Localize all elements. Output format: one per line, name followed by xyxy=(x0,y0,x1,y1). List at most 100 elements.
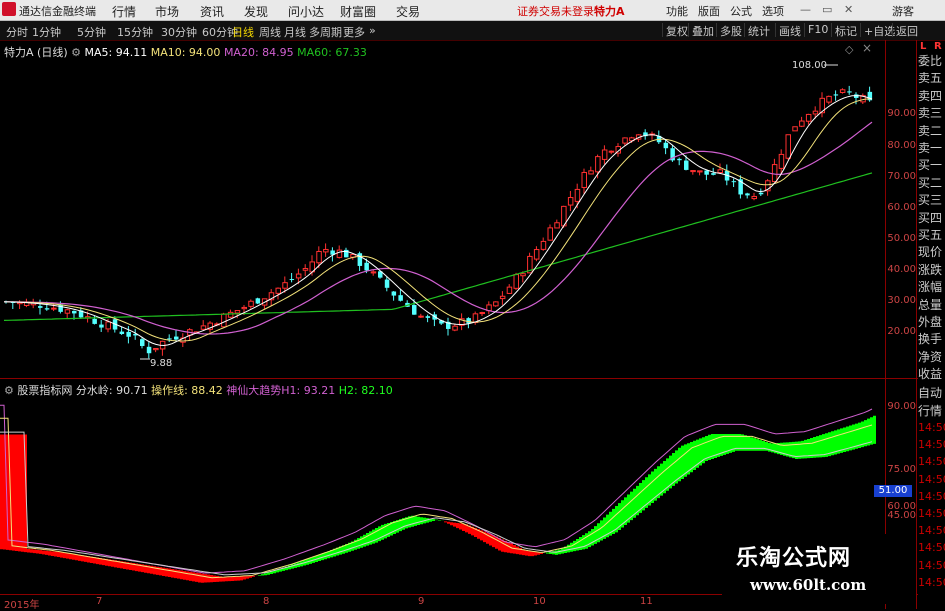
candle-body xyxy=(44,308,50,310)
menu-gongshi[interactable]: 公式 xyxy=(730,3,752,19)
xaxis-label: 9 xyxy=(418,596,425,607)
tick-time: 14:50 xyxy=(918,438,945,452)
candle-body xyxy=(785,134,791,159)
close-icon[interactable]: ✕ xyxy=(844,3,853,16)
candle-body xyxy=(51,307,57,310)
diejia-button[interactable]: 叠加 xyxy=(688,23,717,38)
yaxis-tick: 20.00 xyxy=(887,326,916,337)
period-tab-weekly[interactable]: 周线 xyxy=(259,24,281,40)
period-tab-multi[interactable]: 多周期 xyxy=(309,24,342,40)
title-bar: 通达信金融终端 行情 市场 资讯 发现 问小达 财富圈 交易 证券交易未登录 特… xyxy=(0,0,945,21)
quote-row-label: 现价 xyxy=(918,245,943,260)
period-tab-fenshi[interactable]: 分时 xyxy=(6,24,28,40)
candle-body xyxy=(677,158,682,161)
tick-time: 14:50 xyxy=(918,507,945,520)
more-chevron-icon[interactable]: » xyxy=(369,24,376,37)
tongji-button[interactable]: 统计 xyxy=(744,23,773,38)
candle-body xyxy=(799,120,805,127)
candle-body xyxy=(412,305,417,315)
yaxis-tick: 60.00 xyxy=(887,202,916,213)
restore-icon[interactable]: ▭ xyxy=(822,3,832,16)
menu-banmian[interactable]: 版面 xyxy=(698,3,720,19)
candle-body xyxy=(167,338,172,340)
candle-body xyxy=(540,240,547,250)
candle-body xyxy=(854,94,859,98)
candle-body xyxy=(601,149,608,160)
biaoji-button[interactable]: 标记 xyxy=(831,23,860,38)
kline-chart[interactable]: 108.00 9.88 xyxy=(0,40,885,378)
candle-body xyxy=(72,310,77,314)
side-tab-r[interactable]: R xyxy=(934,41,942,52)
candle-body xyxy=(805,113,812,122)
candle-body xyxy=(792,126,798,132)
menu-wenxiaoda[interactable]: 问小达 xyxy=(288,3,324,20)
period-toolbar: 分时 1分钟 5分钟 15分钟 30分钟 60分钟 日线 周线 月线 多周期 更… xyxy=(0,21,945,41)
quote-tab[interactable]: 行情 xyxy=(918,402,945,419)
menu-shichang[interactable]: 市场 xyxy=(155,3,179,20)
period-tab-more[interactable]: 更多 xyxy=(343,24,365,40)
candle-body xyxy=(105,321,111,330)
ma10-line xyxy=(4,98,873,342)
login-status[interactable]: 证券交易未登录 xyxy=(517,3,594,19)
menu-jiaoyi[interactable]: 交易 xyxy=(396,3,420,20)
tick-time: 14:50 xyxy=(918,455,945,469)
guest-label[interactable]: 游客 xyxy=(892,3,914,19)
candle-body xyxy=(574,188,581,202)
candle-body xyxy=(554,222,560,229)
candle-body xyxy=(452,325,458,331)
candle-body xyxy=(234,310,241,314)
quote-tab[interactable]: 自动 xyxy=(918,384,945,401)
xaxis-label: 8 xyxy=(263,596,270,607)
candle-body xyxy=(567,197,574,206)
candle-body xyxy=(588,170,594,175)
period-tab-daily[interactable]: 日线 xyxy=(232,24,254,40)
app-name: 通达信金融终端 xyxy=(19,5,96,18)
candle-body xyxy=(479,312,485,315)
quote-row-label: 委比 xyxy=(918,54,943,68)
menu-gongneng[interactable]: 功能 xyxy=(666,3,688,19)
menu-hangqing[interactable]: 行情 xyxy=(112,3,136,20)
tick-time: 14:50 xyxy=(918,558,945,572)
menu-zixun[interactable]: 资讯 xyxy=(200,3,224,20)
fuquan-button[interactable]: 复权 xyxy=(662,23,691,38)
candle-body xyxy=(711,173,716,175)
quote-row-label: 净资 xyxy=(918,349,943,364)
period-tab-1min[interactable]: 1分钟 xyxy=(32,24,61,40)
period-tab-30min[interactable]: 30分钟 xyxy=(161,24,197,40)
quote-row-label: 外盘 xyxy=(918,315,943,329)
quote-row-label: 卖一 xyxy=(918,141,943,155)
candle-body xyxy=(364,262,369,271)
quote-row-label: 涨幅 xyxy=(918,280,943,295)
candle-body xyxy=(663,142,669,149)
menu-faxian[interactable]: 发现 xyxy=(244,3,268,20)
candle-body xyxy=(506,286,513,294)
menu-caifuquan[interactable]: 财富圈 xyxy=(340,3,376,20)
period-tab-5min[interactable]: 5分钟 xyxy=(77,24,106,40)
candle-body xyxy=(289,279,295,281)
current-value-badge: 51.00 xyxy=(874,485,912,497)
huaxian-button[interactable]: 画线 xyxy=(775,23,804,38)
menu-xuanxiang[interactable]: 选项 xyxy=(762,3,784,19)
candle-body xyxy=(227,311,234,318)
period-tab-15min[interactable]: 15分钟 xyxy=(117,24,153,40)
period-tab-monthly[interactable]: 月线 xyxy=(284,24,306,40)
app-logo-icon xyxy=(2,2,16,16)
f10-button[interactable]: F10 xyxy=(804,23,831,37)
back-button[interactable]: 返回 xyxy=(892,23,921,38)
pane-divider xyxy=(0,378,918,379)
candle-body xyxy=(248,300,254,307)
ma60-line xyxy=(3,172,873,321)
quote-row-label: 换手 xyxy=(918,332,943,347)
candle-body xyxy=(119,331,125,335)
candle-body xyxy=(418,315,424,318)
ma20-line xyxy=(4,121,873,335)
high-price-label: 108.00 xyxy=(792,60,827,71)
axis-border xyxy=(885,40,886,609)
candle-body xyxy=(595,156,601,173)
duogu-button[interactable]: 多股 xyxy=(716,23,745,38)
side-tab-l[interactable]: L xyxy=(920,41,926,52)
candle-body xyxy=(493,301,499,307)
minimize-icon[interactable]: — xyxy=(800,3,811,16)
candle-body xyxy=(302,268,309,271)
candle-body xyxy=(398,295,403,301)
